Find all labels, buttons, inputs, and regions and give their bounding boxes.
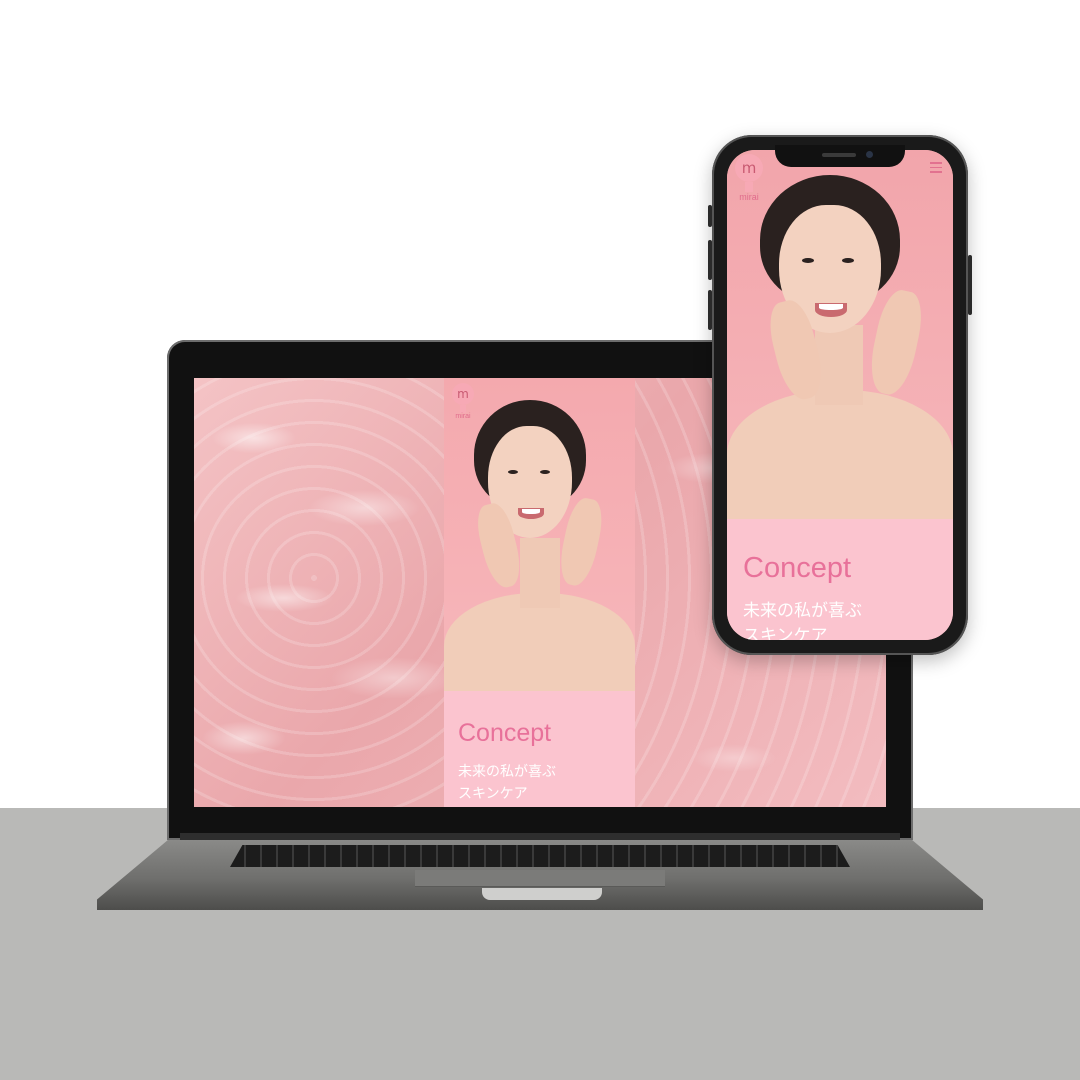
- hamburger-menu-icon[interactable]: [930, 162, 942, 176]
- phone-hero-image: m mirai: [727, 150, 953, 519]
- logo-word: mirai: [739, 192, 759, 202]
- laptop-keyboard: [230, 845, 850, 867]
- phone-screen: m mirai Concept 未来の私が喜ぶ スキンケア: [727, 150, 953, 640]
- concept-title: Concept: [458, 719, 552, 747]
- concept-line-1: 未来の私が喜ぶ: [743, 601, 862, 621]
- phone-side-button: [708, 240, 712, 280]
- model-portrait: [727, 150, 953, 519]
- concept-section: Concept 未来の私が喜ぶ スキンケア: [727, 519, 953, 640]
- logo-word: mirai: [455, 413, 471, 420]
- phone-camera: [866, 151, 873, 158]
- concept-title: Concept: [743, 552, 852, 584]
- concept-subtitle: 未来の私が喜ぶ スキンケア: [458, 761, 556, 805]
- logo-letter: m: [457, 387, 469, 401]
- brand-logo[interactable]: m mirai: [731, 154, 767, 202]
- phone-power-button: [968, 255, 972, 315]
- logo-letter: m: [741, 159, 757, 177]
- phone-side-button: [708, 205, 712, 227]
- hero-image: m mirai: [444, 378, 635, 691]
- concept-line-2: スキンケア: [743, 626, 828, 640]
- concept-section: Concept 未来の私が喜ぶ スキンケア: [444, 691, 635, 807]
- brand-logo[interactable]: m mirai: [449, 383, 477, 420]
- concept-line-2: スキンケア: [458, 786, 528, 802]
- concept-line-1: 未来の私が喜ぶ: [458, 764, 556, 780]
- model-portrait: [444, 378, 635, 691]
- phone-speaker: [822, 153, 856, 157]
- phone-side-button: [708, 290, 712, 330]
- concept-subtitle: 未来の私が喜ぶ スキンケア: [743, 599, 862, 640]
- laptop-trackpad: [415, 870, 665, 887]
- site-panel: m mirai Concept 未来の私が喜ぶ スキンケア: [444, 378, 635, 807]
- laptop-notch: [482, 888, 602, 900]
